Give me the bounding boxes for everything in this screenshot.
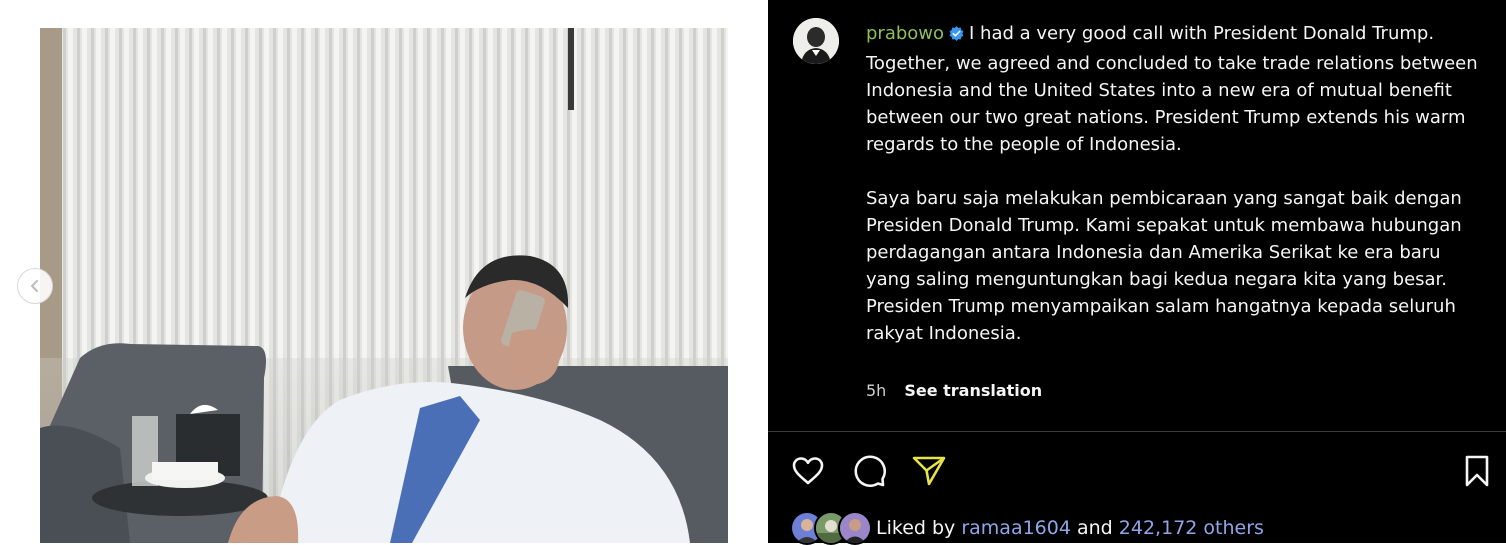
photo-illustration (40, 28, 728, 543)
send-icon (912, 456, 946, 486)
like-button[interactable] (790, 453, 826, 489)
heart-icon (792, 457, 824, 485)
caption-english: prabowo I had a very good call with Presi… (866, 20, 1486, 158)
liker-username-link[interactable]: ramaa1604 (961, 517, 1071, 539)
likes-text: Liked by ramaa1604 and 242,172 others (876, 517, 1264, 539)
caption: prabowo I had a very good call with Presi… (866, 20, 1486, 347)
username-link[interactable]: prabowo (866, 23, 944, 44)
bookmark-icon (1465, 455, 1489, 487)
likes-others-link[interactable]: 242,172 others (1119, 517, 1264, 539)
verified-badge-icon (948, 23, 965, 50)
see-translation-button[interactable]: See translation (904, 380, 1042, 402)
media-pane (0, 0, 768, 543)
timestamp[interactable]: 5h (866, 380, 886, 402)
chevron-left-icon (30, 280, 38, 292)
post-photo[interactable] (40, 28, 728, 543)
likes-summary: Liked by ramaa1604 and 242,172 others (790, 511, 1264, 545)
avatar[interactable] (793, 18, 839, 64)
liker-avatar[interactable] (838, 511, 872, 545)
previous-photo-button[interactable] (17, 268, 53, 304)
caption-indonesian-1: Saya baru saja melakukan pembicaraan yan… (866, 188, 1462, 290)
likes-conjunction: and (1077, 517, 1113, 539)
share-button[interactable] (911, 453, 947, 489)
post-sidebar: prabowo I had a very good call with Presi… (768, 0, 1506, 545)
save-button[interactable] (1459, 453, 1495, 489)
caption-indonesian-2: Presiden Trump menyampaikan salam hangat… (866, 296, 1456, 344)
post-meta: 5h See translation (866, 380, 1042, 402)
divider (768, 431, 1506, 432)
comment-button[interactable] (851, 453, 887, 489)
liked-by-label: Liked by (876, 517, 956, 539)
comment-icon (854, 455, 886, 487)
profile-portrait (793, 18, 839, 64)
